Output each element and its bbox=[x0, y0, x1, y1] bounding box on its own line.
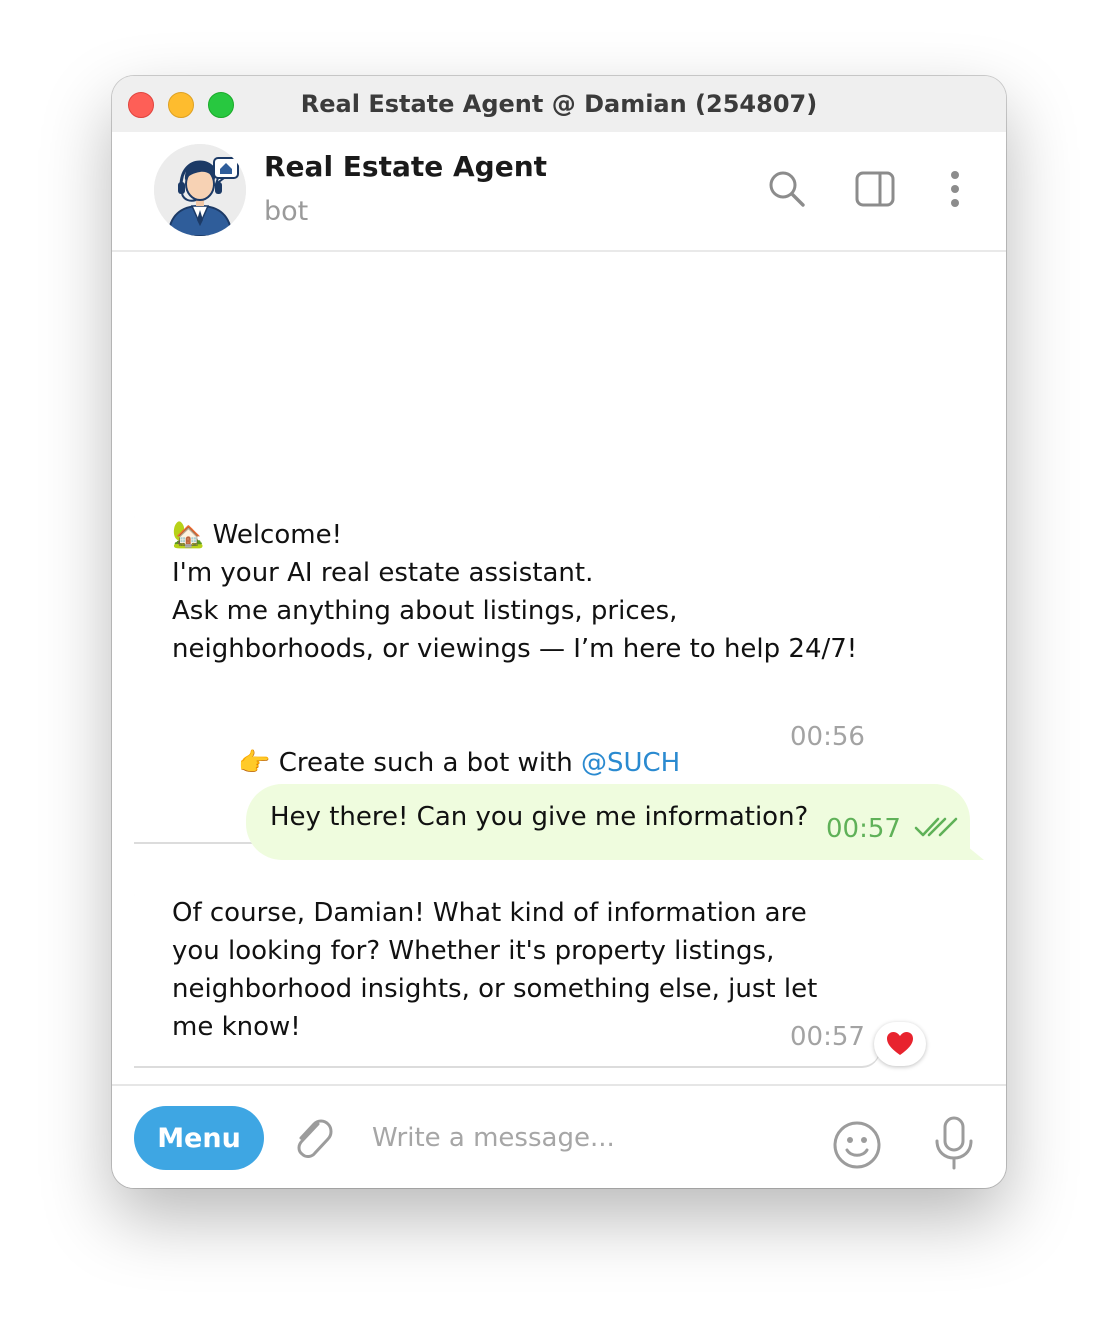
message-line: I'm your AI real estate assistant. bbox=[172, 558, 594, 588]
bot-avatar[interactable] bbox=[154, 144, 246, 236]
heart-icon bbox=[887, 1032, 913, 1055]
message-input[interactable] bbox=[370, 1112, 794, 1164]
message-list[interactable]: 🏡 Welcome! I'm your AI real estate assis… bbox=[112, 252, 1006, 1084]
more-vertical-icon[interactable] bbox=[934, 168, 976, 210]
message-line: 🏡 Welcome! bbox=[172, 520, 342, 550]
chat-header: Real Estate Agent bot bbox=[112, 132, 1006, 252]
heart-reaction[interactable] bbox=[874, 1022, 926, 1066]
such-mention-link[interactable]: @SUCH bbox=[581, 748, 680, 778]
outgoing-message[interactable]: Hey there! Can you give me information? … bbox=[246, 784, 970, 860]
minimize-window-button[interactable] bbox=[168, 92, 194, 118]
chat-subtitle: bot bbox=[264, 196, 309, 227]
message-time: 00:57 bbox=[790, 1022, 865, 1052]
window-title: Real Estate Agent @ Damian (254807) bbox=[300, 90, 818, 118]
title-bar: Real Estate Agent @ Damian (254807) bbox=[112, 76, 1006, 132]
maximize-window-button[interactable] bbox=[208, 92, 234, 118]
pointing-hand-emoji: 👉 bbox=[238, 748, 271, 778]
message-line: neighborhoods, or viewings — I’m here to… bbox=[172, 634, 858, 664]
message-time: 00:57 bbox=[826, 814, 901, 844]
chat-title[interactable]: Real Estate Agent bbox=[264, 150, 547, 183]
double-check-icon bbox=[914, 814, 958, 840]
message-line: Ask me anything about listings, prices, bbox=[172, 596, 678, 626]
paperclip-icon[interactable] bbox=[288, 1114, 336, 1162]
incoming-message-reply[interactable]: Of course, Damian! What kind of informat… bbox=[134, 878, 880, 1066]
cta-text: Create such a bot with bbox=[270, 748, 581, 778]
close-window-button[interactable] bbox=[128, 92, 154, 118]
message-text: Hey there! Can you give me information? bbox=[270, 802, 809, 832]
search-icon[interactable] bbox=[766, 168, 808, 210]
smile-icon[interactable] bbox=[832, 1120, 882, 1170]
menu-button[interactable]: Menu bbox=[134, 1106, 264, 1170]
sidebar-toggle-icon[interactable] bbox=[854, 168, 896, 210]
message-text: Of course, Damian! What kind of informat… bbox=[172, 898, 818, 1042]
outgoing-bubble-tail bbox=[962, 842, 984, 860]
agent-avatar-icon bbox=[154, 144, 246, 236]
microphone-icon[interactable] bbox=[932, 1116, 976, 1170]
message-time: 00:56 bbox=[790, 722, 865, 752]
chat-window: Real Estate Agent @ Damian (254807) Real… bbox=[112, 76, 1006, 1188]
message-composer: Menu bbox=[112, 1084, 1006, 1188]
